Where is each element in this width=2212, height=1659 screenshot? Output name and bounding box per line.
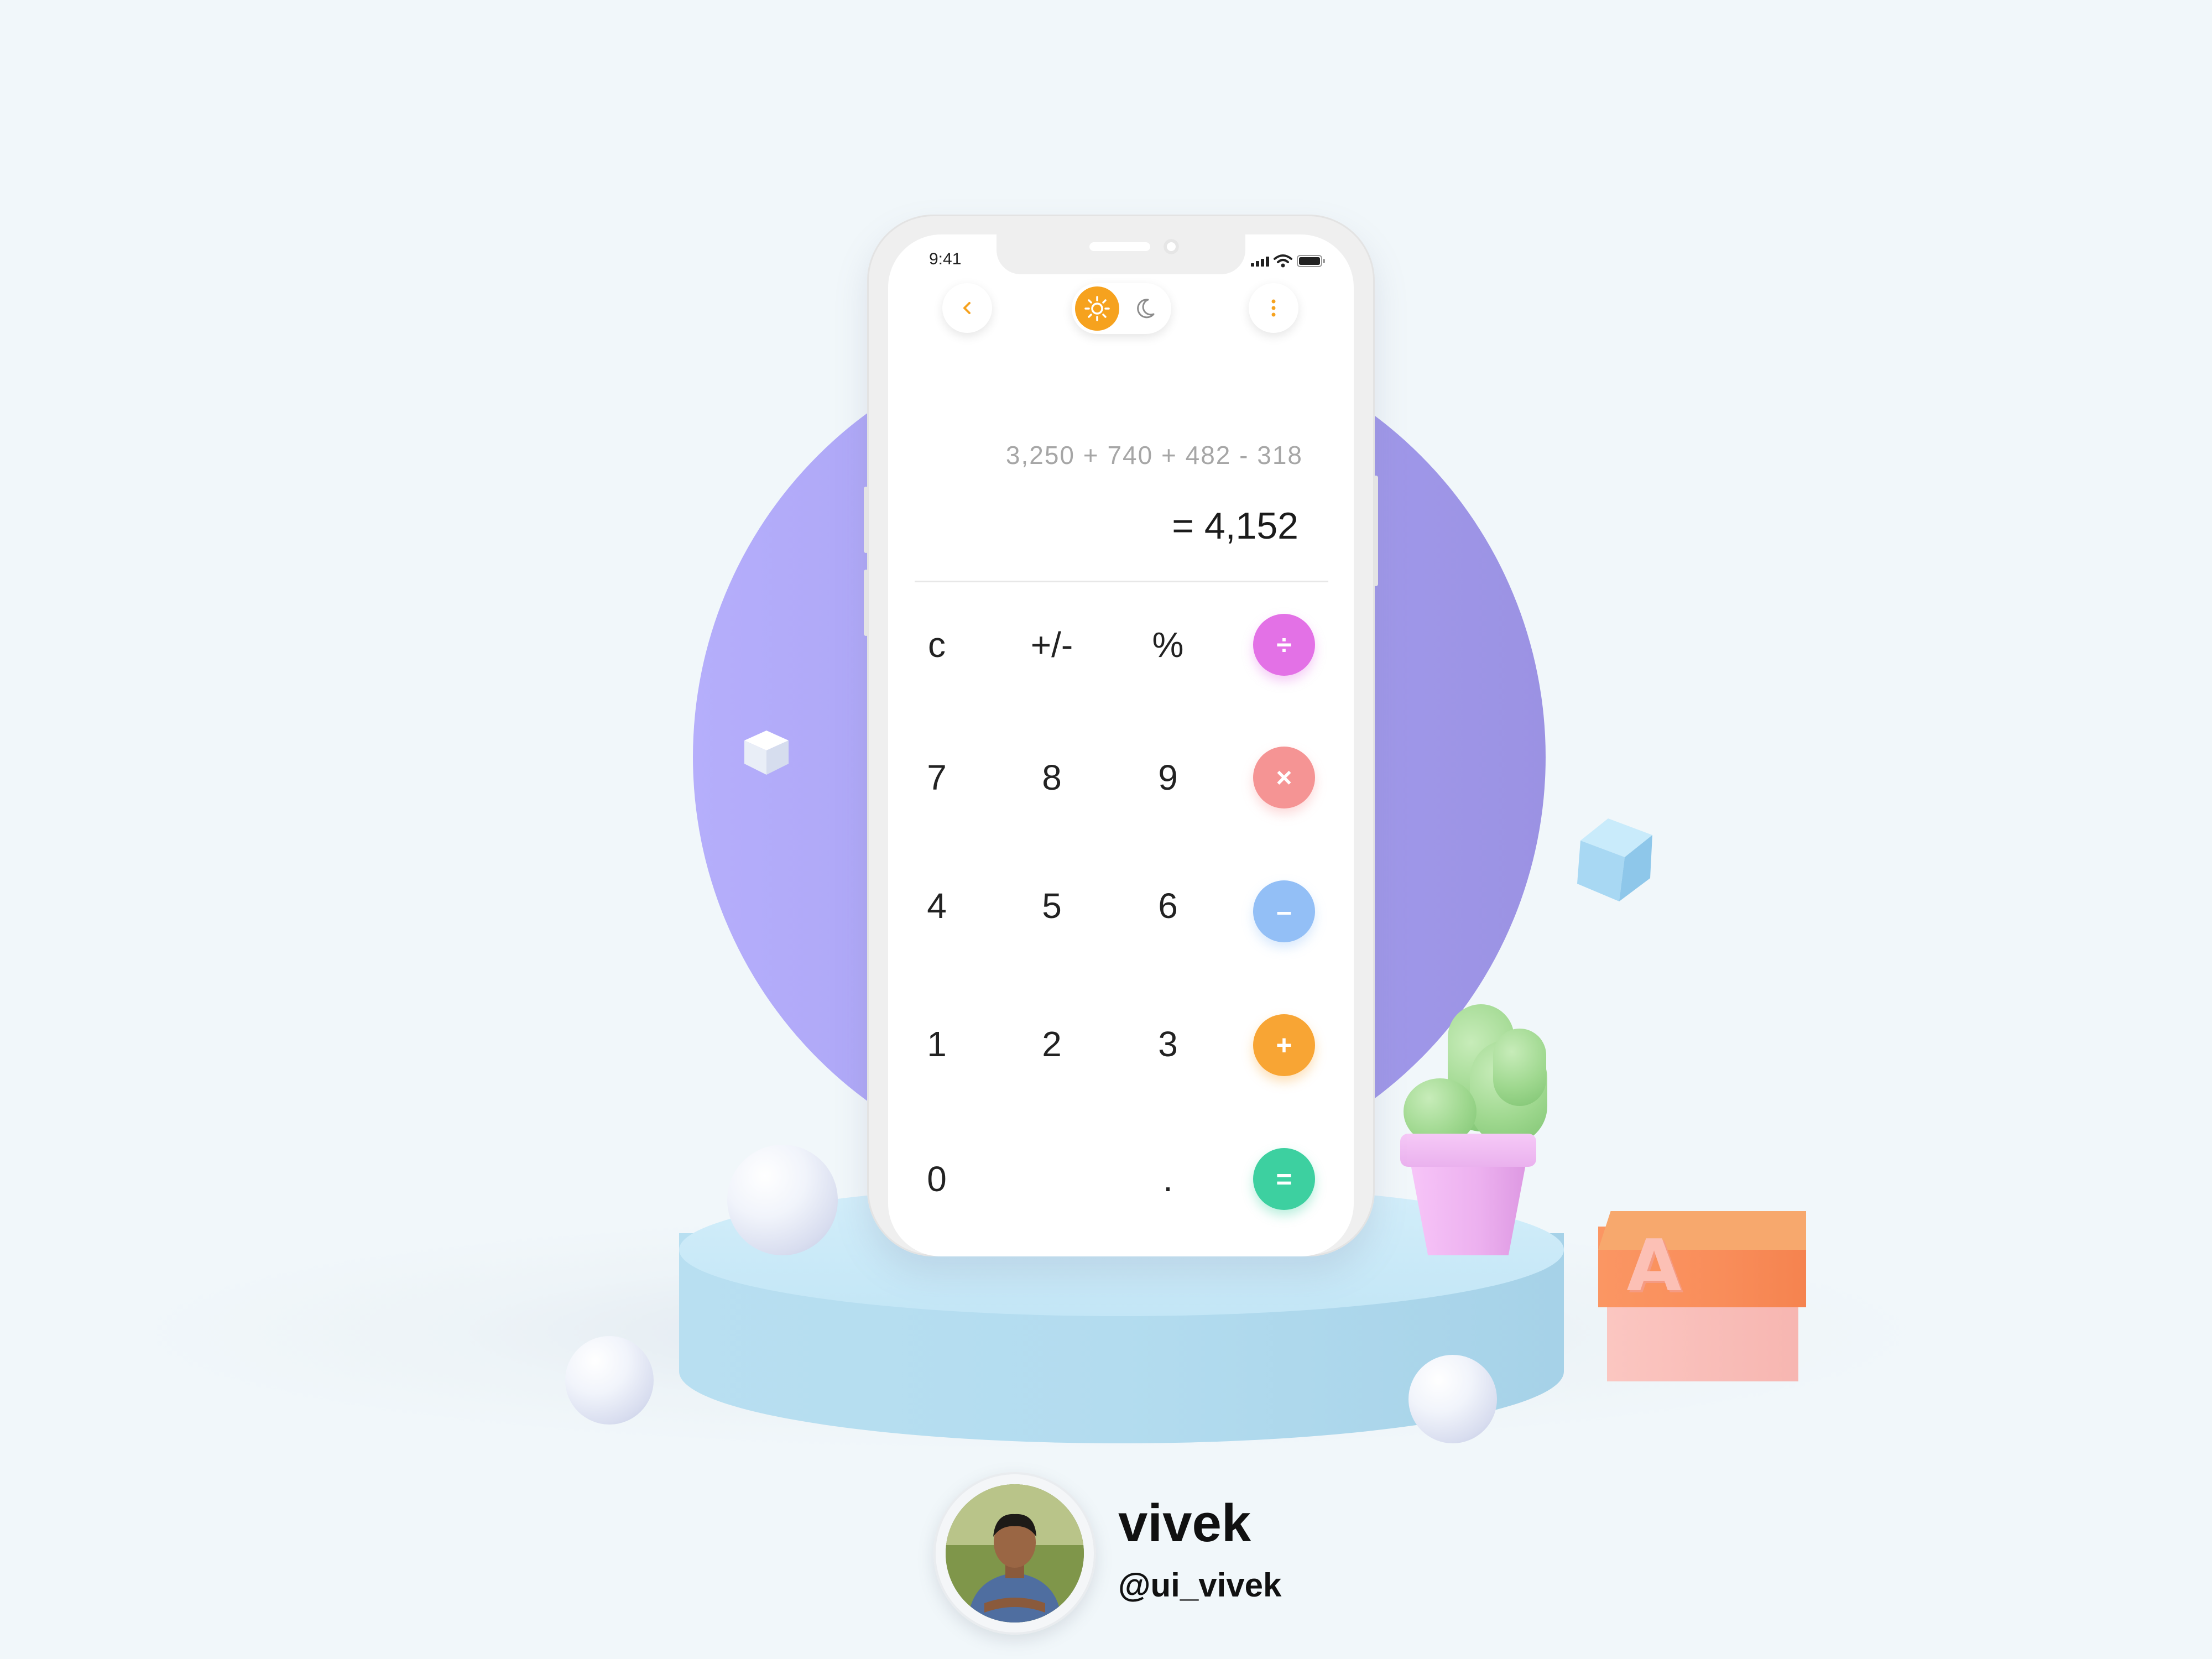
author-name: vivek [1118,1494,1251,1553]
chevron-left-icon [963,302,971,314]
back-button[interactable] [942,283,992,333]
light-theme-button[interactable] [1075,286,1119,331]
phone-side-button [864,570,868,636]
status-icons [1251,253,1326,269]
more-vertical-icon [1271,299,1276,317]
key-1[interactable]: 1 [898,1011,975,1077]
key-5[interactable]: 5 [1013,873,1091,939]
key-8[interactable]: 8 [1013,744,1091,811]
add-key[interactable]: + [1253,1014,1315,1076]
signal-icon [1251,255,1269,267]
menu-button[interactable] [1249,283,1298,333]
phone-notch [997,234,1245,274]
author-handle: @ui_vivek [1118,1567,1282,1604]
blue-cube-decoration [1577,818,1652,901]
divide-key[interactable]: ÷ [1253,614,1315,676]
key-3[interactable]: 3 [1129,1011,1207,1077]
sun-icon [1084,296,1110,321]
sign-toggle-key[interactable]: +/- [1013,612,1091,678]
sphere-decoration [727,1145,838,1255]
multiply-key[interactable]: × [1253,747,1315,808]
battery-icon [1297,255,1325,267]
cactus-stem [1493,1029,1546,1106]
sphere-decoration [1408,1355,1497,1443]
key-9[interactable]: 9 [1129,744,1207,811]
key-4[interactable]: 4 [898,873,975,939]
result-display: = 4,152 [1172,505,1298,547]
percent-key[interactable]: % [1129,612,1207,678]
equals-key[interactable]: = [1253,1148,1315,1210]
decimal-key[interactable]: . [1129,1146,1207,1212]
avatar [946,1484,1084,1623]
plant-pot [1409,1156,1527,1255]
white-cube-decoration [744,731,789,775]
subtract-key[interactable]: – [1253,880,1315,942]
wifi-icon [1274,254,1292,268]
moon-icon [1137,299,1155,319]
key-0[interactable]: 0 [898,1146,975,1212]
key-2[interactable]: 2 [1013,1011,1091,1077]
phone-side-button [1374,476,1378,586]
toy-block-bottom [1607,1306,1798,1381]
expression-display: 3,250 + 740 + 482 - 318 [1005,441,1303,469]
dark-theme-button[interactable] [1128,292,1161,325]
key-7[interactable]: 7 [898,744,975,811]
toy-block-letter: A [1626,1225,1682,1307]
speaker-grille [1089,242,1150,251]
sphere-decoration [565,1336,654,1425]
phone-side-button [864,487,868,553]
clear-key[interactable]: c [898,612,975,678]
person-silhouette-icon [946,1484,1084,1623]
key-6[interactable]: 6 [1129,873,1207,939]
front-camera [1164,239,1179,254]
plant-pot-rim [1400,1134,1536,1167]
status-time: 9:41 [929,250,962,268]
display-divider [915,581,1328,582]
